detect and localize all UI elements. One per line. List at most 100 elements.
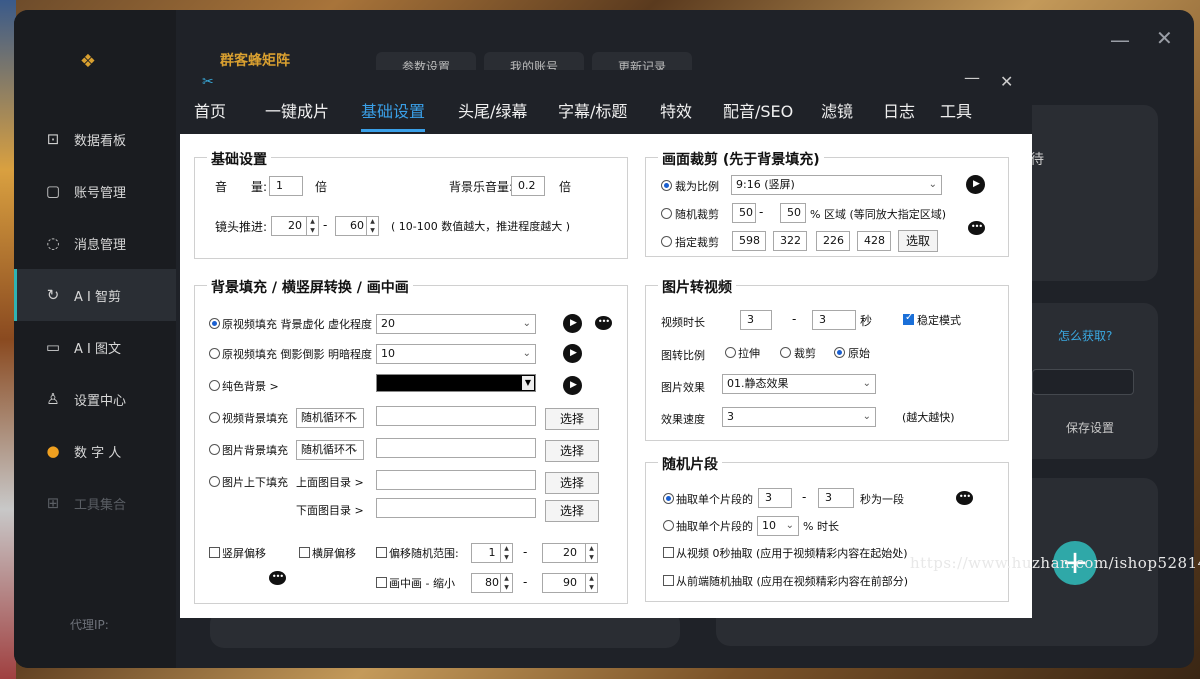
sidebar-item-messages[interactable]: ◌ 消息管理 [14,217,176,269]
crop-random-b-input[interactable]: 50 [780,203,806,223]
bg-reflection-radio[interactable] [209,348,220,359]
offset-max-spinner[interactable]: 20 ▲ ▼ [542,543,598,563]
tab-log[interactable]: 日志 [883,98,915,132]
image-bg-path-input[interactable] [376,438,536,458]
play-icon[interactable]: ▶ [966,175,985,194]
window-close-icon[interactable]: ✕ [1156,26,1173,50]
brightness-select[interactable]: 10 ⌄ [376,344,536,364]
play-icon[interactable]: ▶ [563,314,582,333]
crop-ratio-radio[interactable] [661,180,672,191]
segment-max-input[interactable]: 3 [818,488,854,508]
pip-min-spinner[interactable]: 80 ▲ ▼ [471,573,513,593]
play-icon[interactable]: ▶ [563,376,582,395]
stretch-radio[interactable] [725,347,736,358]
original-radio[interactable] [834,347,845,358]
tab-filter[interactable]: 滤镜 [821,98,853,132]
pip-max-spinner[interactable]: 90 ▲ ▼ [542,573,598,593]
video-bg-mode-select[interactable]: 随机循环不 ⌄ [296,408,364,428]
stable-mode-checkbox[interactable] [903,312,914,325]
pip-checkbox[interactable] [376,577,387,588]
offset-min-spinner[interactable]: 1 ▲ ▼ [471,543,513,563]
blur-level-select[interactable]: 20 ⌄ [376,314,536,334]
from-front-checkbox[interactable] [663,575,674,586]
volume-input[interactable]: 1 [269,176,303,196]
chat-icon[interactable]: ••• [269,571,286,585]
tab-effects[interactable]: 特效 [660,98,692,132]
solid-bg-label[interactable]: 纯色背景 > [222,378,279,394]
choose-button[interactable]: 选择 [545,408,599,430]
chat-icon[interactable]: ••• [968,221,985,235]
chat-icon[interactable]: ••• [595,316,612,330]
effect-select[interactable]: 01.静态效果 ⌄ [722,374,876,394]
flame-icon: ● [46,442,60,460]
sidebar-item-ai-article[interactable]: ▭ A I 图文 [14,321,176,373]
spinner-arrows-icon[interactable]: ▲ ▼ [306,217,318,235]
tab-voice-seo[interactable]: 配音/SEO [723,98,793,132]
image-bg-mode-select[interactable]: 随机循环不 ⌄ [296,440,364,460]
window-minimize-icon[interactable]: — [1110,28,1130,52]
sidebar-item-accounts[interactable]: ▢ 账号管理 [14,165,176,217]
segment-percent-select[interactable]: 10 ⌄ [757,516,799,536]
from-start-checkbox[interactable] [663,547,674,558]
video-bg-radio[interactable] [209,412,220,423]
choose-button[interactable]: 选择 [545,500,599,522]
tab-one-click[interactable]: 一键成片 [265,98,329,132]
bottom-dir-input[interactable] [376,498,536,518]
crop-h-input[interactable]: 428 [857,231,891,251]
duration-min-input[interactable]: 3 [740,310,772,330]
key-input[interactable] [1032,369,1134,395]
bgm-volume-input[interactable]: 0.2 [511,176,545,196]
how-to-get-link[interactable]: 怎么获取? [1058,327,1112,344]
choose-button[interactable]: 选择 [545,472,599,494]
sidebar-item-tools[interactable]: ⊞ 工具集合 [14,477,176,529]
push-min-spinner[interactable]: 20 ▲ ▼ [271,216,319,236]
segment-seconds-radio[interactable] [663,493,674,504]
bg-blur-radio[interactable] [209,318,220,329]
vertical-offset-checkbox[interactable] [209,547,220,558]
crop-ratio-select[interactable]: 9:16 (竖屏) ⌄ [731,175,942,195]
sidebar-item-digital-human[interactable]: ● 数 字 人 [14,425,176,477]
crop-random-a-input[interactable]: 50 [732,203,756,223]
tab-subtitle[interactable]: 字幕/标题 [558,98,627,132]
tab-head-tail[interactable]: 头尾/绿幕 [458,98,527,132]
horizontal-offset-checkbox[interactable] [299,547,310,558]
top-dir-input[interactable] [376,470,536,490]
play-icon[interactable]: ▶ [563,344,582,363]
offset-range-checkbox[interactable] [376,547,387,558]
crop-pick-button[interactable]: 选取 [898,230,938,252]
crop-random-radio[interactable] [661,208,672,219]
crop-fixed-radio[interactable] [661,236,672,247]
tab-tools[interactable]: 工具 [940,98,972,132]
video-bg-path-input[interactable] [376,406,536,426]
spinner-arrows-icon[interactable]: ▲ ▼ [366,217,378,235]
dialog-minimize-icon[interactable]: — [964,68,980,87]
chat-icon[interactable]: ••• [956,491,973,505]
sidebar-item-dashboard[interactable]: ⊡ 数据看板 [14,113,176,165]
tab-home[interactable]: 首页 [194,98,226,132]
sidebar-item-settings[interactable]: ♙ 设置中心 [14,373,176,425]
color-picker[interactable]: ▼ [376,374,536,392]
tab-basic-settings[interactable]: 基础设置 [361,98,426,132]
bottom-dir-label[interactable]: 下面图目录 > [296,502,364,518]
sidebar-item-ai-clip[interactable]: ↻ A I 智剪 [14,269,176,321]
save-settings-button[interactable]: 保存设置 [1066,419,1114,436]
image-bg-radio[interactable] [209,444,220,455]
crop-y-input[interactable]: 322 [773,231,807,251]
segment-min-input[interactable]: 3 [758,488,792,508]
spinner-arrows-icon[interactable]: ▲ ▼ [585,544,597,562]
image-topbottom-radio[interactable] [209,476,220,487]
crop-w-input[interactable]: 226 [816,231,850,251]
duration-max-input[interactable]: 3 [812,310,856,330]
crop-radio[interactable] [780,347,791,358]
push-max-spinner[interactable]: 60 ▲ ▼ [335,216,379,236]
crop-x-input[interactable]: 598 [732,231,766,251]
speed-select[interactable]: 3 ⌄ [722,407,876,427]
spinner-arrows-icon[interactable]: ▲ ▼ [585,574,597,592]
solid-bg-radio[interactable] [209,380,220,391]
spinner-arrows-icon[interactable]: ▲ ▼ [500,574,512,592]
choose-button[interactable]: 选择 [545,440,599,462]
dialog-close-icon[interactable]: ✕ [1000,72,1013,91]
segment-percent-radio[interactable] [663,520,674,531]
top-dir-label[interactable]: 上面图目录 > [296,474,364,490]
spinner-arrows-icon[interactable]: ▲ ▼ [500,544,512,562]
